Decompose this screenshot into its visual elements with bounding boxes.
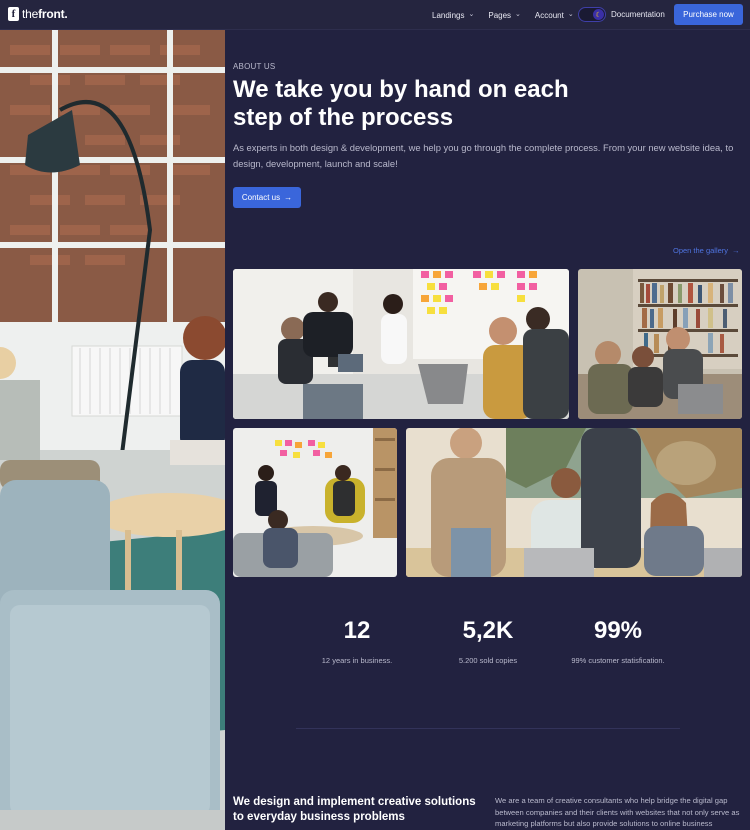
stat-value: 5,2K: [462, 617, 514, 644]
gallery-photo-library-illustration: [578, 269, 742, 419]
nav-pages-label: Pages: [488, 10, 512, 20]
purchase-now-button[interactable]: Purchase now: [674, 4, 743, 25]
main-nav: Landings ⌄ Pages ⌄ Account ⌄: [432, 0, 588, 30]
contact-us-label: Contact us: [241, 193, 281, 202]
gallery-photo-team[interactable]: [406, 428, 742, 577]
section-heading: We design and implement creative solutio…: [233, 796, 476, 823]
chevron-down-icon: ⌄: [567, 11, 574, 18]
stat-value: 12: [343, 617, 371, 644]
stat-years: 12 12 years in business.: [297, 616, 417, 665]
stat-label: 99% customer statisfication.: [571, 656, 665, 665]
nav-landings[interactable]: Landings ⌄: [432, 11, 474, 20]
top-navigation-bar: f thefront. Landings ⌄ Pages ⌄ Account ⌄…: [0, 0, 750, 30]
chevron-down-icon: ⌄: [468, 11, 475, 18]
chevron-down-icon: ⌄: [515, 11, 521, 18]
lead-paragraph: As experts in both design & development,…: [233, 142, 734, 169]
section-divider: [296, 728, 680, 729]
documentation-link[interactable]: Documentation: [611, 10, 665, 19]
logo-mark-icon: f: [8, 7, 19, 21]
section-text: We are a team of creative consultants wh…: [495, 796, 740, 828]
gallery-photo-library[interactable]: [578, 269, 742, 419]
arrow-right-icon: →: [284, 193, 293, 202]
nav-account-label: Account: [534, 10, 564, 20]
section-eyebrow: ABOUT US: [233, 62, 276, 71]
moon-icon: ☾: [593, 9, 604, 20]
gallery-photo-meeting-illustration: [233, 269, 569, 419]
stat-label: 12 years in business.: [321, 656, 393, 665]
gallery-photo-lounge-illustration: [233, 428, 397, 577]
gallery-photo-team-illustration: [406, 428, 742, 577]
stat-satisfaction: 99% 99% customer statisfication.: [558, 616, 678, 665]
gallery-photo-lounge[interactable]: [233, 428, 397, 577]
logo[interactable]: f thefront.: [8, 7, 68, 21]
nav-pages[interactable]: Pages ⌄: [488, 11, 521, 20]
open-gallery-label: Open the gallery: [673, 246, 729, 255]
theme-toggle[interactable]: ☾: [578, 7, 606, 22]
stat-sold-copies: 5,2K 5.200 sold copies: [428, 616, 548, 665]
office-illustration: [0, 30, 225, 830]
nav-account[interactable]: Account ⌄: [535, 11, 574, 20]
arrow-right-icon: →: [732, 246, 740, 255]
nav-landings-label: Landings: [432, 10, 465, 20]
contact-us-button[interactable]: Contact us →: [233, 187, 301, 208]
open-gallery-link[interactable]: Open the gallery →: [673, 246, 740, 255]
office-photo: [0, 30, 225, 830]
gallery-photo-meeting[interactable]: [233, 269, 569, 419]
page-title: We take you by hand on each step of the …: [233, 76, 569, 131]
stat-value: 99%: [593, 617, 643, 644]
logo-text: thefront.: [22, 7, 68, 21]
stat-label: 5.200 sold copies: [458, 656, 518, 665]
